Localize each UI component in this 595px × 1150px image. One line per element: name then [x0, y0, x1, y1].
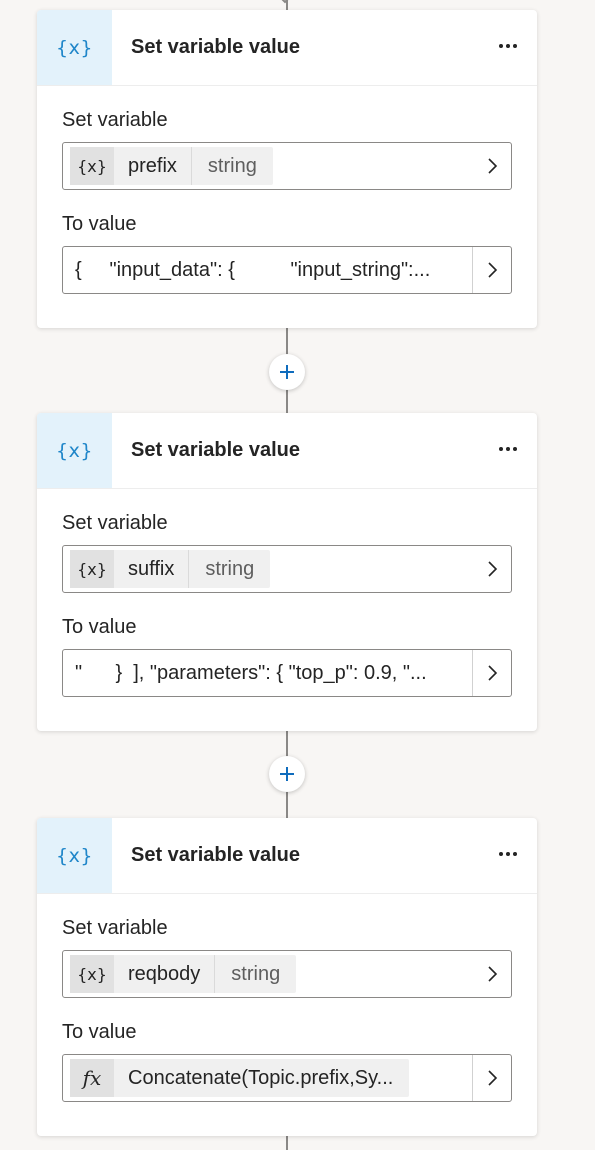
- variable-selector[interactable]: {x} reqbody string: [62, 950, 512, 998]
- variable-type: string: [231, 962, 281, 985]
- set-variable-label: Set variable: [62, 109, 168, 131]
- add-node-button[interactable]: [269, 354, 305, 390]
- card-title: Set variable value: [131, 439, 300, 461]
- variable-icon: {x}: [37, 10, 112, 85]
- variable-name: reqbody: [128, 962, 201, 985]
- variable-selector[interactable]: {x} suffix string: [62, 545, 512, 593]
- card-title: Set variable value: [131, 36, 300, 58]
- value-input[interactable]: " } ], "parameters": { "top_p": 0.9, "..…: [62, 649, 512, 697]
- value-input[interactable]: { "input_data": { "input_string":...: [62, 246, 512, 294]
- set-variable-card[interactable]: {x} Set variable value Set variable {x} …: [37, 818, 537, 1136]
- variable-selector[interactable]: {x} prefix string: [62, 142, 512, 190]
- card-title: Set variable value: [131, 844, 300, 866]
- set-variable-card[interactable]: {x} Set variable value Set variable {x} …: [37, 413, 537, 731]
- value-text: " } ], "parameters": { "top_p": 0.9, "..…: [75, 661, 427, 684]
- variable-chip[interactable]: {x} prefix string: [70, 147, 273, 185]
- card-header: {x} Set variable value: [37, 413, 537, 489]
- function-icon: fx: [70, 1059, 114, 1097]
- variable-chip[interactable]: {x} reqbody string: [70, 955, 297, 993]
- formula-text: Concatenate(Topic.prefix,Sy...: [128, 1066, 394, 1089]
- to-value-label: To value: [62, 1021, 137, 1043]
- more-options-icon[interactable]: [493, 437, 523, 461]
- variable-type: string: [207, 154, 257, 177]
- set-variable-card[interactable]: {x} Set variable value Set variable {x} …: [37, 10, 537, 328]
- variable-type: string: [205, 557, 255, 580]
- value-text: { "input_data": { "input_string":...: [75, 258, 431, 281]
- variable-icon: {x}: [70, 147, 114, 185]
- add-node-button[interactable]: [269, 756, 305, 792]
- variable-icon: {x}: [70, 550, 114, 588]
- flow-arrow-icon: [281, 0, 289, 4]
- formula-chip[interactable]: fx Concatenate(Topic.prefix,Sy...: [70, 1059, 410, 1097]
- formula-input[interactable]: fx Concatenate(Topic.prefix,Sy...: [62, 1054, 512, 1102]
- to-value-label: To value: [62, 213, 137, 235]
- plus-icon: [280, 767, 294, 781]
- variable-name: prefix: [128, 154, 177, 177]
- chevron-right-icon[interactable]: [473, 1055, 511, 1101]
- more-options-icon[interactable]: [493, 842, 523, 866]
- chevron-right-icon[interactable]: [473, 546, 511, 592]
- set-variable-label: Set variable: [62, 512, 168, 534]
- variable-icon: {x}: [37, 413, 112, 488]
- more-options-icon[interactable]: [493, 34, 523, 58]
- variable-chip[interactable]: {x} suffix string: [70, 550, 271, 588]
- card-header: {x} Set variable value: [37, 10, 537, 86]
- chevron-right-icon[interactable]: [473, 247, 511, 293]
- to-value-label: To value: [62, 616, 137, 638]
- variable-icon: {x}: [37, 818, 112, 893]
- variable-icon: {x}: [70, 955, 114, 993]
- chevron-right-icon[interactable]: [473, 951, 511, 997]
- flow-connector-line: [286, 1136, 288, 1150]
- chevron-right-icon[interactable]: [473, 143, 511, 189]
- chevron-right-icon[interactable]: [473, 650, 511, 696]
- set-variable-label: Set variable: [62, 917, 168, 939]
- variable-name: suffix: [128, 557, 175, 580]
- plus-icon: [280, 365, 294, 379]
- card-header: {x} Set variable value: [37, 818, 537, 894]
